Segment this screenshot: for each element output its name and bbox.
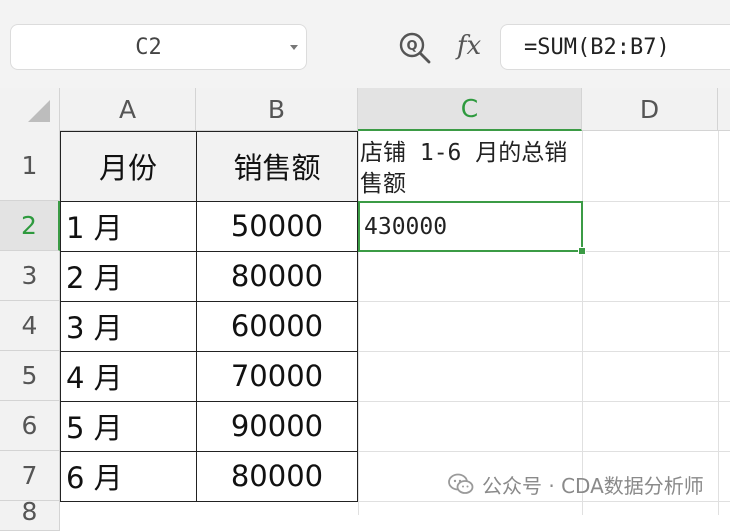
- cell-b1[interactable]: 销售额: [196, 131, 358, 201]
- table-border: [196, 131, 197, 502]
- zoom-formula-icon[interactable]: Q: [398, 31, 432, 65]
- cell-a5[interactable]: 4 月: [60, 351, 196, 401]
- gridline: [718, 131, 719, 515]
- cell-c2-selected[interactable]: 430000: [358, 201, 583, 252]
- formula-toolbar: C2 Q fx =SUM(B2:B7): [0, 0, 730, 88]
- formula-input[interactable]: =SUM(B2:B7): [500, 24, 730, 70]
- row-header-6[interactable]: 6: [0, 401, 60, 451]
- column-header-e[interactable]: [718, 88, 730, 131]
- row-header-2[interactable]: 2: [0, 201, 60, 251]
- table-border: [60, 201, 358, 202]
- name-box[interactable]: C2: [10, 24, 307, 70]
- cell-b7[interactable]: 80000: [196, 451, 358, 501]
- column-header-c[interactable]: C: [358, 88, 582, 131]
- cell-a3[interactable]: 2 月: [60, 251, 196, 301]
- cell-a4[interactable]: 3 月: [60, 301, 196, 351]
- table-border: [60, 351, 358, 352]
- row-header-7[interactable]: 7: [0, 451, 60, 501]
- fx-icon[interactable]: fx: [452, 28, 486, 64]
- watermark-text: 公众号 · CDA数据分析师: [482, 473, 704, 498]
- cell-b3[interactable]: 80000: [196, 251, 358, 301]
- select-all-icon: [28, 100, 50, 122]
- name-box-value: C2: [135, 34, 162, 60]
- table-border: [60, 131, 61, 502]
- cell-a2[interactable]: 1 月: [60, 201, 196, 251]
- cell-b5[interactable]: 70000: [196, 351, 358, 401]
- cell-c1[interactable]: 店铺 1-6 月的总销售额: [360, 138, 582, 200]
- row-header-4[interactable]: 4: [0, 301, 60, 351]
- cell-b4[interactable]: 60000: [196, 301, 358, 351]
- gridline: [582, 131, 583, 515]
- cell-a6[interactable]: 5 月: [60, 401, 196, 451]
- column-header-b[interactable]: B: [196, 88, 358, 131]
- cell-b2[interactable]: 50000: [196, 201, 358, 251]
- fill-handle[interactable]: [578, 247, 586, 255]
- column-header-d[interactable]: D: [582, 88, 718, 131]
- row-header-8[interactable]: 8: [0, 501, 60, 531]
- watermark: 公众号 · CDA数据分析师: [448, 469, 704, 499]
- cell-a7[interactable]: 6 月: [60, 451, 196, 501]
- row-header-3[interactable]: 3: [0, 251, 60, 301]
- row-header-1[interactable]: 1: [0, 131, 60, 201]
- table-border: [60, 501, 358, 502]
- select-all-corner[interactable]: [0, 88, 60, 132]
- chevron-down-icon[interactable]: [290, 45, 298, 50]
- gridline: [358, 131, 359, 515]
- table-border: [60, 251, 358, 252]
- cell-b6[interactable]: 90000: [196, 401, 358, 451]
- column-header-a[interactable]: A: [60, 88, 196, 131]
- svg-text:Q: Q: [406, 39, 417, 54]
- spreadsheet-grid: A B C D 1 2 3 4 5 6 7 8 月份 销售额 1 月 50000…: [0, 88, 730, 531]
- row-header-5[interactable]: 5: [0, 351, 60, 401]
- table-border: [60, 401, 358, 402]
- wechat-icon: [448, 473, 474, 494]
- table-border: [60, 301, 358, 302]
- table-border: [60, 131, 358, 132]
- table-border: [60, 451, 358, 452]
- cell-a1[interactable]: 月份: [60, 131, 196, 201]
- table-border: [357, 131, 358, 502]
